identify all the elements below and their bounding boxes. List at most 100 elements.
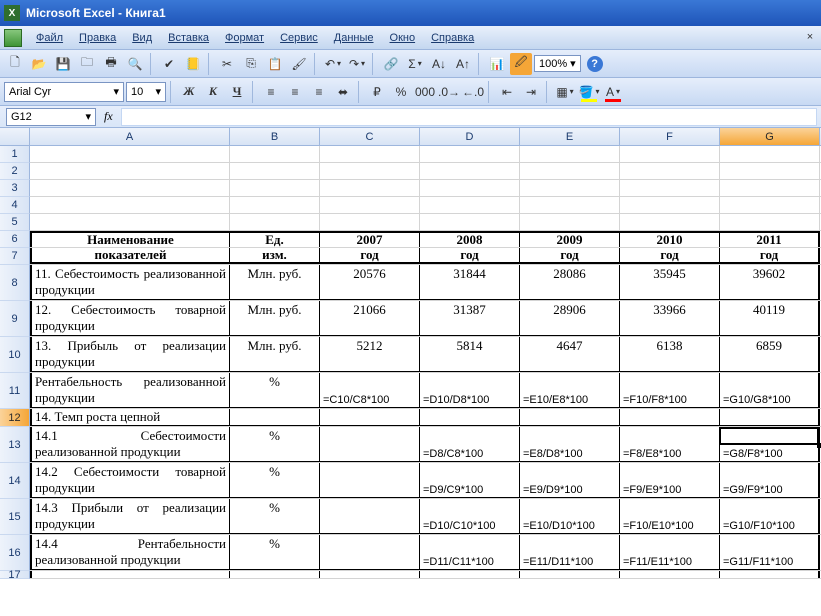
cell[interactable] (320, 197, 420, 213)
decrease-indent-icon[interactable]: ⇤ (496, 81, 518, 103)
redo-icon[interactable]: ↷ (346, 53, 368, 75)
font-size-combo[interactable]: 10▾ (126, 82, 166, 102)
cell[interactable]: =F11/E11*100 (620, 535, 720, 570)
cell[interactable] (320, 499, 420, 534)
cell[interactable]: Ед. (230, 231, 320, 247)
cell-active[interactable] (720, 409, 820, 426)
font-color-icon[interactable]: A (602, 81, 624, 103)
cell[interactable]: =F10/F8*100 (620, 373, 720, 408)
paste-icon[interactable]: 📋 (264, 53, 286, 75)
cell[interactable]: =D10/C10*100 (420, 499, 520, 534)
cell[interactable] (620, 571, 720, 578)
cell[interactable] (520, 571, 620, 578)
cell[interactable]: 2008 (420, 231, 520, 247)
cell[interactable] (30, 571, 230, 578)
cell[interactable]: Рентабельность реализованной продукции (30, 373, 230, 408)
cell[interactable] (230, 571, 320, 578)
cell[interactable]: 28906 (520, 301, 620, 336)
undo-icon[interactable]: ↶ (322, 53, 344, 75)
cell[interactable] (720, 146, 820, 162)
cell[interactable]: 14. Темп роста цепной (30, 409, 230, 426)
bold-button[interactable]: Ж (178, 81, 200, 103)
merge-center-icon[interactable]: ⬌ (332, 81, 354, 103)
menu-edit[interactable]: Правка (71, 29, 124, 47)
permission-icon[interactable]: 🗀 (76, 53, 98, 75)
excel-doc-icon[interactable] (4, 29, 22, 47)
cell[interactable] (620, 197, 720, 213)
row-header-8[interactable]: 8 (0, 265, 30, 301)
cell[interactable]: 11. Себестоимость реализованной продукци… (30, 265, 230, 300)
print-preview-icon[interactable]: 🔍 (124, 53, 146, 75)
new-doc-icon[interactable]: 🗋 (4, 53, 26, 75)
cell[interactable]: =F8/E8*100 (620, 427, 720, 462)
save-icon[interactable]: 💾 (52, 53, 74, 75)
cell[interactable] (520, 214, 620, 230)
cell[interactable]: год (320, 248, 420, 264)
cell[interactable]: =D9/C9*100 (420, 463, 520, 498)
row-header-6[interactable]: 6 (0, 231, 30, 248)
cell[interactable]: 20576 (320, 265, 420, 300)
cell[interactable] (320, 535, 420, 570)
row-header-13[interactable]: 13 (0, 427, 30, 463)
row-header-17[interactable]: 17 (0, 571, 30, 579)
chart-wizard-icon[interactable]: 📊 (486, 53, 508, 75)
row-header-3[interactable]: 3 (0, 180, 30, 197)
cell[interactable] (320, 214, 420, 230)
cell[interactable] (720, 571, 820, 578)
cell[interactable] (420, 571, 520, 578)
cell[interactable]: % (230, 535, 320, 570)
italic-button[interactable]: К (202, 81, 224, 103)
row-header-10[interactable]: 10 (0, 337, 30, 373)
percent-icon[interactable]: % (390, 81, 412, 103)
drawing-icon[interactable]: 🖉 (510, 53, 532, 75)
cell[interactable]: =E11/D11*100 (520, 535, 620, 570)
cell[interactable] (30, 180, 230, 196)
row-header-5[interactable]: 5 (0, 214, 30, 231)
col-header-C[interactable]: C (320, 128, 420, 145)
row-header-15[interactable]: 15 (0, 499, 30, 535)
cell[interactable]: =F9/E9*100 (620, 463, 720, 498)
menu-view[interactable]: Вид (124, 29, 160, 47)
cell[interactable]: 35945 (620, 265, 720, 300)
increase-decimal-icon[interactable]: .0→ (438, 81, 460, 103)
borders-icon[interactable]: ▦ (554, 81, 576, 103)
cell[interactable]: =E10/E8*100 (520, 373, 620, 408)
row-header-4[interactable]: 4 (0, 197, 30, 214)
cell[interactable]: 14.3 Прибыли от реализации продукции (30, 499, 230, 534)
cell[interactable] (420, 214, 520, 230)
cell[interactable] (620, 163, 720, 179)
cell[interactable]: 6138 (620, 337, 720, 372)
row-header-11[interactable]: 11 (0, 373, 30, 409)
col-header-E[interactable]: E (520, 128, 620, 145)
cell[interactable] (420, 163, 520, 179)
name-box[interactable]: G12▾ (6, 108, 96, 126)
cell[interactable] (720, 214, 820, 230)
row-header-16[interactable]: 16 (0, 535, 30, 571)
open-icon[interactable]: 📂 (28, 53, 50, 75)
cell[interactable]: Млн. руб. (230, 337, 320, 372)
zoom-combo[interactable]: 100%▾ (534, 55, 581, 72)
fill-color-icon[interactable]: 🪣 (578, 81, 600, 103)
cell[interactable] (230, 180, 320, 196)
cell[interactable]: 13. Прибыль от реализации продукции (30, 337, 230, 372)
cell[interactable]: =D11/C11*100 (420, 535, 520, 570)
row-header-7[interactable]: 7 (0, 248, 30, 265)
help-icon[interactable]: ? (587, 56, 603, 72)
cell[interactable]: Млн. руб. (230, 301, 320, 336)
cell[interactable]: 14.1 Себестоимости реализованной продукц… (30, 427, 230, 462)
cell[interactable] (520, 180, 620, 196)
research-icon[interactable]: 📒 (182, 53, 204, 75)
col-header-B[interactable]: B (230, 128, 320, 145)
cell[interactable]: 28086 (520, 265, 620, 300)
cell[interactable]: 2007 (320, 231, 420, 247)
cell[interactable] (420, 409, 520, 426)
col-header-A[interactable]: A (30, 128, 230, 145)
currency-icon[interactable]: ₽ (366, 81, 388, 103)
cell[interactable]: 5814 (420, 337, 520, 372)
cell[interactable] (420, 180, 520, 196)
cell[interactable]: 14.4 Рентабельности реализованной продук… (30, 535, 230, 570)
menu-tools[interactable]: Сервис (272, 29, 326, 47)
cell[interactable]: =D8/C8*100 (420, 427, 520, 462)
cell[interactable] (230, 163, 320, 179)
col-header-F[interactable]: F (620, 128, 720, 145)
